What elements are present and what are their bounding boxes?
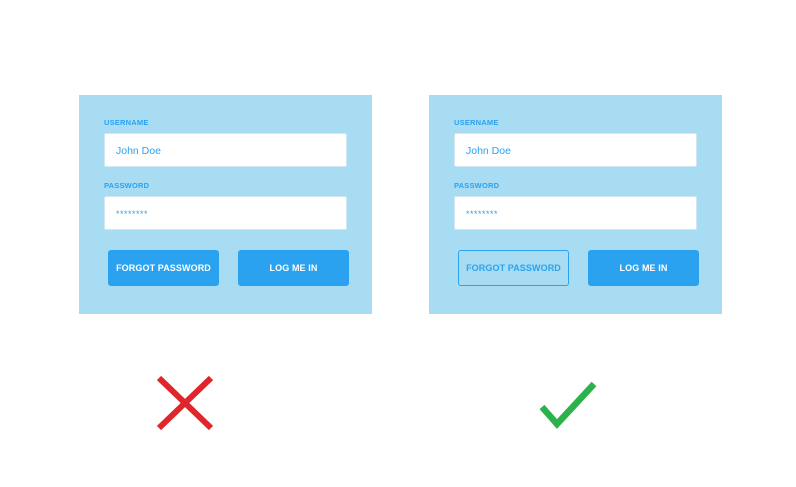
password-label: PASSWORD [104,181,150,190]
forgot-password-button[interactable]: FORGOT PASSWORD [458,250,569,286]
log-in-button[interactable]: LOG ME IN [238,250,349,286]
password-input[interactable]: ******** [454,196,697,230]
username-input[interactable]: John Doe [104,133,347,167]
log-in-button[interactable]: LOG ME IN [588,250,699,286]
password-label: PASSWORD [454,181,500,190]
password-input[interactable]: ******** [104,196,347,230]
username-label: USERNAME [104,118,149,127]
cross-icon [156,375,214,431]
login-form-bad-example: USERNAME John Doe PASSWORD ******** FORG… [79,95,372,314]
username-input[interactable]: John Doe [454,133,697,167]
username-label: USERNAME [454,118,499,127]
forgot-password-button[interactable]: FORGOT PASSWORD [108,250,219,286]
check-icon [539,381,597,429]
login-form-good-example: USERNAME John Doe PASSWORD ******** FORG… [429,95,722,314]
